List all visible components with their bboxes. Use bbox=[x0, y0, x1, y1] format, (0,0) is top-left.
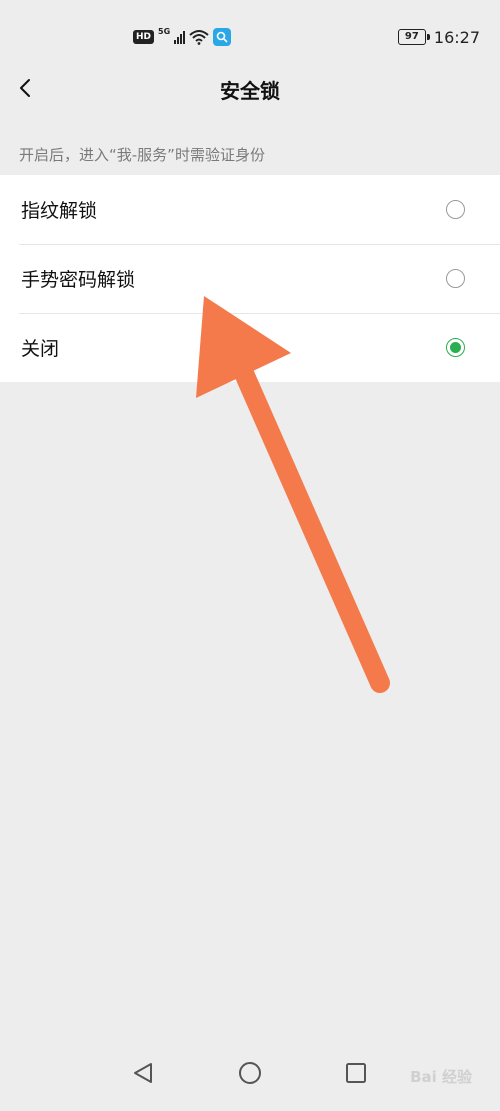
option-label: 关闭 bbox=[21, 338, 60, 360]
security-lock-hint: 开启后，进入“我-服务”时需验证身份 bbox=[19, 146, 265, 164]
nav-home-icon[interactable] bbox=[236, 1059, 264, 1087]
option-fingerprint-unlock[interactable]: 指纹解锁 bbox=[0, 175, 500, 244]
battery-icon: 97 bbox=[397, 29, 430, 45]
option-off[interactable]: 关闭 bbox=[0, 313, 500, 382]
lock-options-list: 指纹解锁 手势密码解锁 关闭 bbox=[0, 175, 500, 382]
option-label: 手势密码解锁 bbox=[21, 269, 136, 291]
status-bar: HD 5G 97 16:27 bbox=[0, 0, 500, 70]
search-app-icon bbox=[213, 28, 232, 46]
baidu-watermark: Bai 经验 bbox=[410, 1066, 472, 1087]
annotation-arrow bbox=[196, 296, 390, 693]
option-label: 指纹解锁 bbox=[21, 200, 98, 222]
page-title: 安全锁 bbox=[220, 79, 280, 103]
status-icons-right: 97 16:27 bbox=[397, 27, 480, 47]
nav-recents-icon[interactable] bbox=[342, 1059, 370, 1087]
nav-back-icon[interactable] bbox=[129, 1059, 157, 1087]
wifi-icon bbox=[189, 30, 209, 45]
status-icons-left: HD 5G bbox=[133, 27, 232, 46]
radio-button[interactable] bbox=[446, 268, 465, 288]
radio-button-selected[interactable] bbox=[446, 337, 465, 357]
option-gesture-password-unlock[interactable]: 手势密码解锁 bbox=[0, 244, 500, 313]
signal-icon bbox=[174, 30, 186, 44]
status-time: 16:27 bbox=[433, 27, 480, 47]
radio-button[interactable] bbox=[446, 199, 465, 219]
network-type-label: 5G bbox=[158, 27, 171, 36]
watermark-text: Bai 经验 bbox=[410, 1068, 472, 1086]
header: 安全锁 bbox=[0, 70, 500, 118]
hd-badge: HD bbox=[133, 30, 155, 44]
system-nav-bar: Bai 经验 bbox=[0, 1041, 500, 1111]
